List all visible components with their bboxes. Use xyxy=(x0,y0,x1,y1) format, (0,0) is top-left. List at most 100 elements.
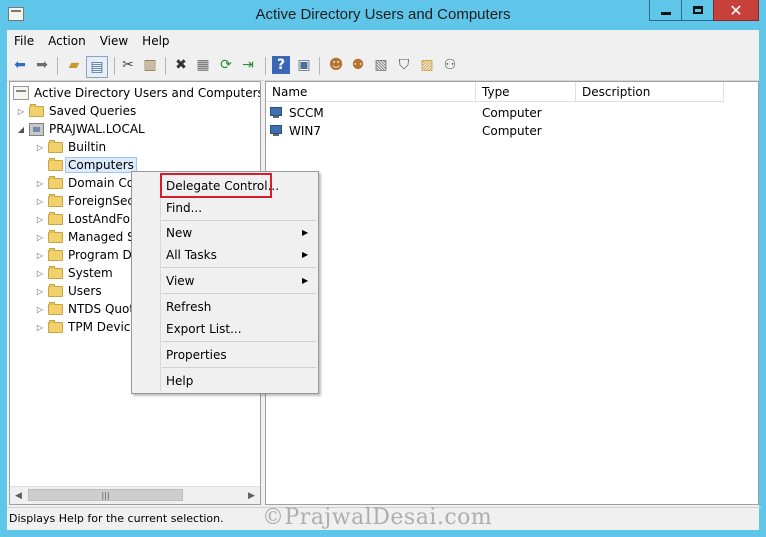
cut-icon[interactable]: ✂ xyxy=(119,56,137,74)
menu-separator xyxy=(162,267,316,268)
paste-icon[interactable]: ▥ xyxy=(141,56,159,74)
folder-icon xyxy=(48,157,63,171)
folder-icon xyxy=(48,301,63,315)
highlight-box xyxy=(160,173,272,198)
column-header-description[interactable]: Description xyxy=(576,82,724,102)
maximize-icon xyxy=(692,6,703,14)
expand-icon[interactable]: ▷ xyxy=(35,143,45,152)
expand-icon[interactable]: ▷ xyxy=(35,323,45,332)
domain-icon xyxy=(29,122,44,136)
find-icon[interactable]: ▨ xyxy=(418,56,436,74)
help-icon[interactable]: ? xyxy=(272,56,290,74)
menu-gutter xyxy=(160,174,161,391)
tree-root[interactable]: Active Directory Users and Computers [AD… xyxy=(13,84,260,102)
show-console-tree-icon[interactable]: ▤ xyxy=(86,56,108,78)
toolbar-separator xyxy=(57,57,58,75)
scroll-right-icon[interactable]: ▶ xyxy=(243,487,260,504)
tree-item-tpm-devices[interactable]: ▷ TPM Device xyxy=(35,318,138,336)
forward-icon[interactable]: ➡ xyxy=(33,56,51,74)
create-user-icon[interactable]: ☻ xyxy=(327,56,345,74)
tree-item-label: LostAndFou xyxy=(68,212,138,226)
filter-icon[interactable]: ⛉ xyxy=(395,56,413,74)
menu-bar: File Action View Help xyxy=(7,30,759,52)
expand-icon[interactable]: ▷ xyxy=(35,251,45,260)
scrollbar-thumb[interactable]: ||| xyxy=(28,489,183,501)
tree-item-label: TPM Device xyxy=(68,320,138,334)
title-bar[interactable]: Active Directory Users and Computers ✕ xyxy=(0,0,766,30)
folder-icon xyxy=(48,211,63,225)
tree-item-label: Program Da xyxy=(68,248,140,262)
menu-item-all-tasks[interactable]: All Tasks xyxy=(166,246,217,264)
close-button[interactable]: ✕ xyxy=(713,0,759,21)
expand-icon[interactable]: ▷ xyxy=(35,215,45,224)
menu-item-find[interactable]: Find... xyxy=(166,199,202,217)
create-ou-icon[interactable]: ▧ xyxy=(372,56,390,74)
list-item[interactable]: SCCM Computer xyxy=(266,104,756,122)
menu-view[interactable]: View xyxy=(93,30,135,52)
action-pane-icon[interactable]: ▣ xyxy=(295,56,313,74)
tree-item-ntds-quotas[interactable]: ▷ NTDS Quot xyxy=(35,300,134,318)
tree-horizontal-scrollbar[interactable]: ◀ ||| ▶ xyxy=(10,486,260,504)
create-group-icon[interactable]: ⚉ xyxy=(349,56,367,74)
folder-icon xyxy=(48,265,63,279)
client-area: File Action View Help ⬅ ➡ ▰ ▤ ✂ ▥ ✖ ▦ ⟳ … xyxy=(7,30,761,530)
menu-item-properties[interactable]: Properties xyxy=(166,346,227,364)
computer-icon xyxy=(270,107,286,119)
folder-icon xyxy=(29,103,44,117)
add-to-group-icon[interactable]: ⚇ xyxy=(441,56,459,74)
tree-item-system[interactable]: ▷ System xyxy=(35,264,113,282)
expand-icon[interactable]: ▷ xyxy=(16,107,26,116)
ad-app-icon xyxy=(8,7,24,21)
window-controls: ✕ xyxy=(649,0,759,22)
menu-action[interactable]: Action xyxy=(41,30,93,52)
folder-icon xyxy=(48,247,63,261)
tree-item-saved-queries[interactable]: ▷ Saved Queries xyxy=(16,102,136,120)
scroll-left-icon[interactable]: ◀ xyxy=(10,487,27,504)
expand-icon[interactable]: ▷ xyxy=(35,305,45,314)
context-menu: Delegate Control... Find... New ▶ All Ta… xyxy=(131,171,319,394)
menu-separator xyxy=(162,341,316,342)
menu-help[interactable]: Help xyxy=(135,30,176,52)
collapse-icon[interactable]: ◢ xyxy=(16,125,26,134)
maximize-button[interactable] xyxy=(681,0,714,21)
tree-item-builtin[interactable]: ▷ Builtin xyxy=(35,138,106,156)
menu-item-help[interactable]: Help xyxy=(166,372,193,390)
tree-item-label: NTDS Quot xyxy=(68,302,135,316)
menu-item-export-list[interactable]: Export List... xyxy=(166,320,242,338)
submenu-arrow-icon: ▶ xyxy=(302,276,309,285)
column-header-name[interactable]: Name xyxy=(266,82,476,102)
export-list-icon[interactable]: ⇥ xyxy=(239,56,257,74)
list-item[interactable]: WIN7 Computer xyxy=(266,122,756,140)
toolbar-separator xyxy=(319,57,320,75)
up-folder-icon[interactable]: ▰ xyxy=(65,56,83,74)
expand-icon[interactable]: ▷ xyxy=(35,269,45,278)
menu-item-new[interactable]: New xyxy=(166,224,192,242)
details-list[interactable]: Name Type Description SCCM Computer WIN7… xyxy=(265,81,759,505)
tree-item-foreign-security[interactable]: ▷ ForeignSecu xyxy=(35,192,142,210)
tree-item-computers[interactable]: Computers xyxy=(35,156,137,174)
tree-item-lost-and-found[interactable]: ▷ LostAndFou xyxy=(35,210,138,228)
expand-icon[interactable]: ▷ xyxy=(35,287,45,296)
refresh-icon[interactable]: ⟳ xyxy=(217,56,235,74)
expand-icon[interactable]: ▷ xyxy=(35,233,45,242)
minimize-button[interactable] xyxy=(649,0,682,21)
menu-file[interactable]: File xyxy=(7,30,41,52)
folder-icon xyxy=(48,139,63,153)
tree-item-users[interactable]: ▷ Users xyxy=(35,282,102,300)
expand-icon[interactable]: ▷ xyxy=(35,197,45,206)
properties-icon[interactable]: ▦ xyxy=(194,56,212,74)
app-window: Active Directory Users and Computers ✕ F… xyxy=(0,0,766,537)
computer-name: WIN7 xyxy=(289,124,322,138)
tree-item-label: PRAJWAL.LOCAL xyxy=(49,122,145,136)
column-header-type[interactable]: Type xyxy=(476,82,576,102)
expand-icon[interactable]: ▷ xyxy=(35,179,45,188)
tree-item-domain-controllers[interactable]: ▷ Domain Co xyxy=(35,174,134,192)
back-icon[interactable]: ⬅ xyxy=(11,56,29,74)
menu-item-view[interactable]: View xyxy=(166,272,194,290)
tree-item-managed-service[interactable]: ▷ Managed S xyxy=(35,228,135,246)
submenu-arrow-icon: ▶ xyxy=(302,228,309,237)
tree-item-program-data[interactable]: ▷ Program Da xyxy=(35,246,139,264)
tree-item-domain[interactable]: ◢ PRAJWAL.LOCAL xyxy=(16,120,145,138)
menu-item-refresh[interactable]: Refresh xyxy=(166,298,211,316)
delete-icon[interactable]: ✖ xyxy=(172,56,190,74)
